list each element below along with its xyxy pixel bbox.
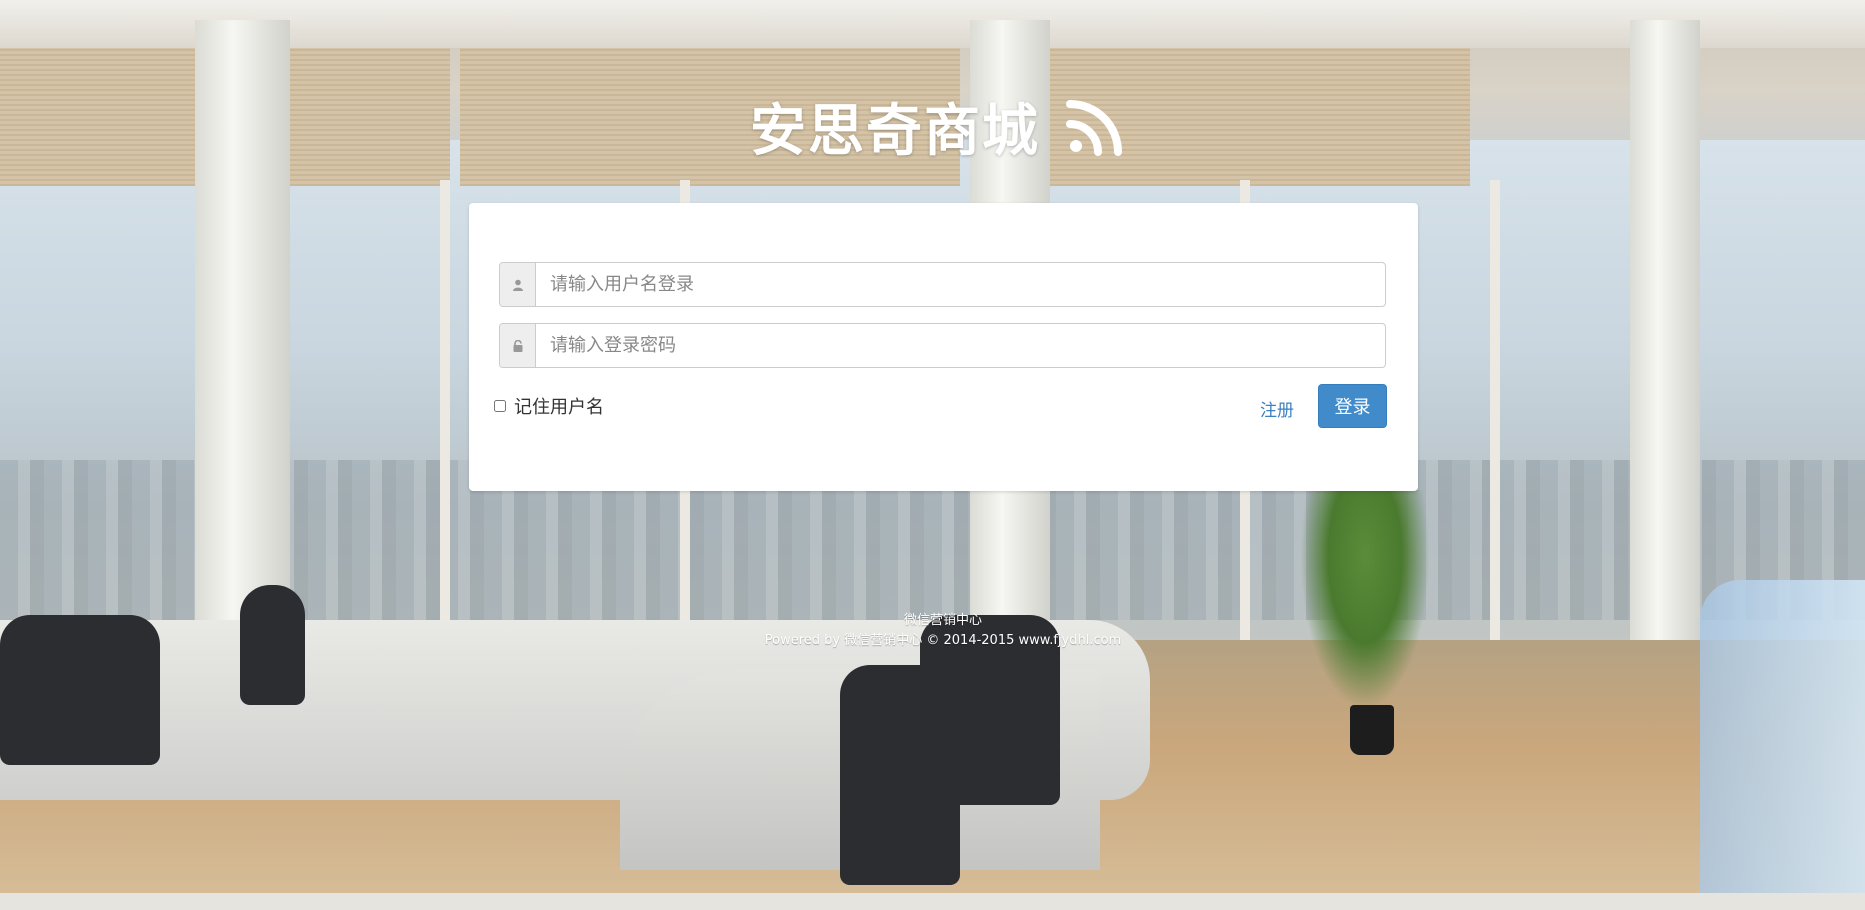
remember-username[interactable]: 记住用户名: [494, 393, 604, 419]
window-mullion: [440, 180, 450, 680]
password-input-group: [499, 323, 1386, 368]
bottom-strip: [0, 893, 1865, 910]
window-mullion: [1490, 180, 1500, 680]
login-page: 安思奇商城 请输入用户名登录 记住用户名 注册 登录 微信营销中心 Powere…: [0, 0, 1865, 910]
lock-icon: [500, 324, 536, 367]
office-chair: [840, 665, 960, 885]
user-icon: [500, 263, 536, 306]
remember-username-checkbox[interactable]: [494, 400, 506, 412]
site-title: 安思奇商城: [750, 86, 1126, 166]
username-input-group: [499, 262, 1386, 307]
rss-icon: [1066, 96, 1126, 156]
plant-pot: [1350, 705, 1394, 755]
footer: 微信营销中心 Powered by 微信营销中心 © 2014-2015 www…: [0, 611, 1865, 651]
window-blind: [0, 36, 200, 186]
login-button[interactable]: 登录: [1318, 384, 1387, 428]
footer-line-1: 微信营销中心: [903, 613, 982, 628]
register-link[interactable]: 注册: [1260, 396, 1294, 421]
username-input[interactable]: [536, 263, 1385, 306]
window-blind: [460, 36, 680, 186]
window-blind: [290, 36, 450, 186]
footer-copyright: Powered by 微信营销中心 © 2014-2015 www.fjydhl…: [764, 633, 1122, 648]
login-form: 记住用户名 注册 登录: [469, 203, 1418, 491]
site-title-text: 安思奇商城: [750, 98, 1040, 164]
password-input[interactable]: [536, 324, 1385, 367]
potted-plant: [1300, 490, 1430, 710]
remember-username-label: 记住用户名: [514, 397, 604, 418]
